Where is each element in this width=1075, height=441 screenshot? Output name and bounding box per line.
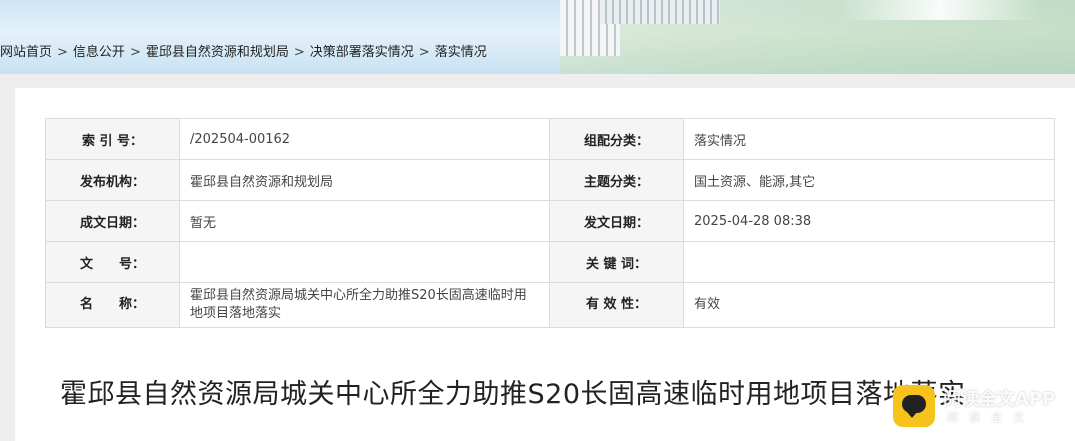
breadcrumb-separator: > bbox=[418, 45, 430, 60]
breadcrumb-separator: > bbox=[57, 45, 68, 60]
validity-value: 有效 bbox=[683, 282, 1055, 328]
doc-name-value: 霍邱县自然资源局城关中心所全力助推S20长固高速临时用地项目落地落实 bbox=[179, 282, 550, 328]
table-row: 发布机构： 霍邱县自然资源和规划局 主题分类： 国土资源、能源,其它 bbox=[45, 159, 1055, 201]
doc-number-value bbox=[179, 241, 550, 283]
topic-value: 国土资源、能源,其它 bbox=[683, 159, 1055, 201]
table-row: 文 号： 关 键 词： bbox=[45, 241, 1055, 283]
issue-date-label: 发文日期： bbox=[549, 200, 684, 242]
banner-dam bbox=[600, 0, 720, 24]
index-number-label: 索 引 号： bbox=[45, 118, 180, 160]
document-title: 霍邱县自然资源局城关中心所全力助推S20长固高速临时用地项目落地落实 bbox=[60, 379, 966, 410]
table-row: 名 称： 霍邱县自然资源局城关中心所全力助推S20长固高速临时用地项目落地落实 … bbox=[45, 282, 1055, 328]
table-row: 索 引 号： /202504-00162 组配分类： 落实情况 bbox=[45, 118, 1055, 160]
topic-label: 主题分类： bbox=[549, 159, 684, 201]
index-number-value: /202504-00162 bbox=[179, 118, 550, 160]
publisher-label: 发布机构： bbox=[45, 159, 180, 201]
breadcrumb-bureau[interactable]: 霍邱县自然资源和规划局 bbox=[146, 45, 289, 60]
header-banner bbox=[0, 0, 1075, 74]
keywords-value bbox=[683, 241, 1055, 283]
validity-label: 有 效 性： bbox=[549, 282, 684, 328]
banner-highlight bbox=[840, 0, 1040, 20]
breadcrumb-separator: > bbox=[129, 45, 141, 60]
written-date-value: 暂无 bbox=[179, 200, 550, 242]
category-label: 组配分类： bbox=[549, 118, 684, 160]
breadcrumb-home[interactable]: 网站首页 bbox=[0, 45, 52, 60]
category-value: 落实情况 bbox=[683, 118, 1055, 160]
table-row: 成文日期： 暂无 发文日期： 2025-04-28 08:38 bbox=[45, 200, 1055, 242]
written-date-label: 成文日期： bbox=[45, 200, 180, 242]
metadata-table: 索 引 号： /202504-00162 组配分类： 落实情况 发布机构： 霍邱… bbox=[45, 118, 1055, 328]
breadcrumb-info-public[interactable]: 信息公开 bbox=[73, 45, 125, 60]
breadcrumb: 网站首页 > 信息公开 > 霍邱县自然资源和规划局 > 决策部署落实情况 > 落实情况 bbox=[0, 44, 487, 62]
breadcrumb-decision[interactable]: 决策部署落实情况 bbox=[310, 45, 414, 60]
chat-bubble-icon bbox=[893, 385, 935, 427]
breadcrumb-current[interactable]: 落实情况 bbox=[435, 45, 487, 60]
publisher-value: 霍邱县自然资源和规划局 bbox=[179, 159, 550, 201]
app-watermark[interactable]: 阅读全文APP 阅读全文 bbox=[893, 381, 1073, 435]
keywords-label: 关 键 词： bbox=[549, 241, 684, 283]
doc-number-label: 文 号： bbox=[45, 241, 180, 283]
watermark-subtitle: 阅读全文 bbox=[947, 411, 1035, 424]
doc-name-label: 名 称： bbox=[45, 282, 180, 328]
issue-date-value: 2025-04-28 08:38 bbox=[683, 200, 1055, 242]
breadcrumb-separator: > bbox=[293, 45, 305, 60]
watermark-app-name: 阅读全文APP bbox=[943, 389, 1056, 410]
